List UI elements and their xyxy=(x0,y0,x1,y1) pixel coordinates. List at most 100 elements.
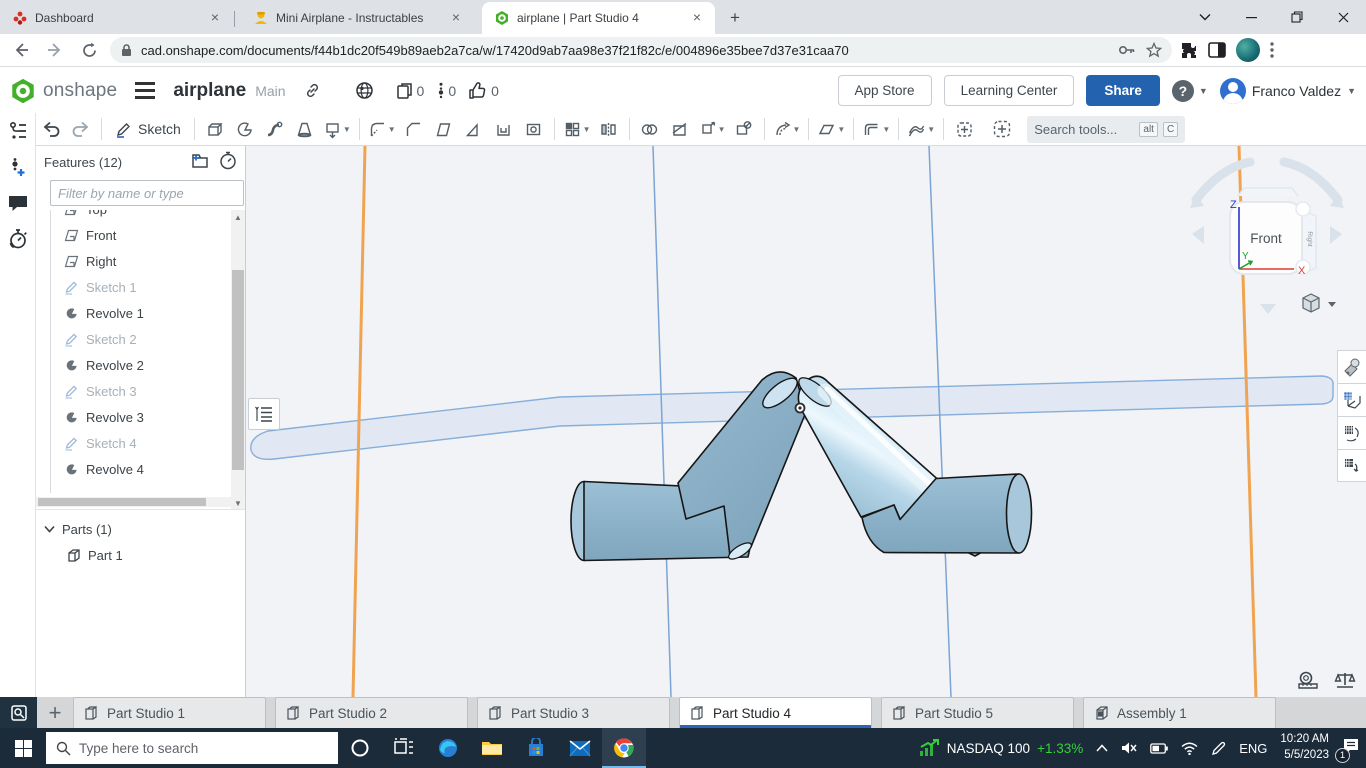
horizontal-scrollbar[interactable] xyxy=(36,497,231,507)
tab-search-chevron-icon[interactable] xyxy=(1182,0,1228,34)
thicken-button[interactable]: ▼ xyxy=(320,115,354,143)
task-view-icon[interactable] xyxy=(382,728,426,768)
filter-input[interactable] xyxy=(50,180,244,206)
hamburger-menu-icon[interactable] xyxy=(135,82,155,99)
new-tab-button[interactable]: + xyxy=(721,4,749,32)
back-button[interactable] xyxy=(8,37,34,63)
mail-icon[interactable] xyxy=(558,728,602,768)
scroll-up-icon[interactable]: ▲ xyxy=(231,210,245,224)
doc-tab-part-studio-5[interactable]: Part Studio 5 xyxy=(881,697,1074,728)
feature-item-revolve-4[interactable]: Revolve 4 xyxy=(36,456,231,482)
notification-center-icon[interactable]: 1 xyxy=(1342,738,1360,759)
section-view-button[interactable] xyxy=(1337,416,1366,449)
likes-count[interactable]: 0 xyxy=(468,82,499,100)
tab-manager-button[interactable] xyxy=(0,697,37,728)
scroll-down-icon[interactable]: ▼ xyxy=(231,496,245,510)
taskbar-search-input[interactable] xyxy=(79,741,309,756)
feature-list-toggle-button[interactable] xyxy=(248,398,280,430)
feature-item-revolve-2[interactable]: Revolve 2 xyxy=(36,352,231,378)
browser-tab-dashboard[interactable]: Dashboard × xyxy=(0,2,233,34)
versions-graph-icon[interactable] xyxy=(0,113,36,149)
side-panel-icon[interactable] xyxy=(1208,41,1226,59)
feature-item-revolve-1[interactable]: Revolve 1 xyxy=(36,300,231,326)
volume-muted-icon[interactable] xyxy=(1121,741,1137,755)
sketch-button[interactable]: Sketch xyxy=(107,115,189,143)
tab-close-icon[interactable]: × xyxy=(207,10,223,26)
chamfer-button[interactable] xyxy=(399,115,429,143)
vertical-scrollbar[interactable]: ▲ ▼ xyxy=(231,210,245,510)
graphics-area[interactable]: Front Right Z X Y xyxy=(246,146,1366,697)
split-button[interactable] xyxy=(665,115,695,143)
feature-item-right[interactable]: Right xyxy=(36,248,231,274)
onshape-logo[interactable]: onshape xyxy=(10,78,117,104)
part-item[interactable]: Part 1 xyxy=(36,542,245,568)
stock-widget[interactable]: NASDAQ 100 +1.33% xyxy=(918,739,1083,757)
feature-item-sketch-3[interactable]: Sketch 3 xyxy=(36,378,231,404)
measure-tape-icon[interactable] xyxy=(1296,671,1320,689)
tab-close-icon[interactable]: × xyxy=(689,10,705,26)
parts-section-header[interactable]: Parts (1) xyxy=(36,516,245,542)
battery-icon[interactable] xyxy=(1150,743,1168,754)
loft-button[interactable] xyxy=(290,115,320,143)
mass-properties-scale-icon[interactable] xyxy=(1334,671,1356,689)
file-explorer-icon[interactable] xyxy=(470,728,514,768)
rib-button[interactable] xyxy=(459,115,489,143)
wifi-icon[interactable] xyxy=(1181,742,1198,755)
window-minimize-button[interactable] xyxy=(1228,0,1274,34)
feature-item-sketch-2[interactable]: Sketch 2 xyxy=(36,326,231,352)
undo-button[interactable] xyxy=(36,115,66,143)
redo-button[interactable] xyxy=(66,115,96,143)
link-icon[interactable] xyxy=(304,82,321,99)
surface-button[interactable]: ▼ xyxy=(904,115,938,143)
appearance-button[interactable] xyxy=(1337,350,1366,383)
edge-icon[interactable] xyxy=(426,728,470,768)
extensions-puzzle-icon[interactable] xyxy=(1180,41,1198,59)
modify-fillet-button[interactable]: ▼ xyxy=(770,115,804,143)
clock[interactable]: 10:20 AM 5/5/2023 xyxy=(1280,732,1329,763)
learning-center-button[interactable]: Learning Center xyxy=(944,75,1075,106)
mirror-button[interactable] xyxy=(594,115,624,143)
history-stopwatch-icon[interactable] xyxy=(0,221,36,257)
share-button[interactable]: Share xyxy=(1086,75,1160,106)
linear-pattern-button[interactable]: ▼ xyxy=(560,115,594,143)
ms-store-icon[interactable] xyxy=(514,728,558,768)
start-button[interactable] xyxy=(0,728,46,768)
password-key-icon[interactable] xyxy=(1118,44,1136,56)
rollback-stopwatch-icon[interactable] xyxy=(219,151,237,173)
public-globe-icon[interactable] xyxy=(355,81,374,100)
view-mode-cube-icon[interactable] xyxy=(1303,294,1336,312)
scrollbar-thumb[interactable] xyxy=(232,270,244,470)
feature-item-top[interactable]: Top xyxy=(36,210,231,222)
app-store-button[interactable]: App Store xyxy=(838,75,932,106)
tab-close-icon[interactable]: × xyxy=(448,10,464,26)
doc-tab-part-studio-1[interactable]: Part Studio 1 xyxy=(73,697,266,728)
language-indicator[interactable]: ENG xyxy=(1239,741,1267,756)
insert-reference-button[interactable] xyxy=(949,115,979,143)
browser-profile-avatar[interactable] xyxy=(1236,38,1260,62)
copies-count[interactable]: 0 xyxy=(396,82,425,100)
doc-tab-part-studio-2[interactable]: Part Studio 2 xyxy=(275,697,468,728)
isometric-view-button[interactable] xyxy=(1337,383,1366,416)
url-bar[interactable]: cad.onshape.com/documents/f44b1dc20f549b… xyxy=(110,37,1172,63)
view-cube[interactable]: Front Right Z X Y xyxy=(1182,152,1352,327)
named-views-button[interactable] xyxy=(1337,449,1366,482)
plane-button[interactable]: ▼ xyxy=(814,115,848,143)
hole-button[interactable] xyxy=(519,115,549,143)
refresh-button[interactable] xyxy=(76,37,102,63)
feature-item-sketch-4[interactable]: Sketch 4 xyxy=(36,430,231,456)
window-restore-button[interactable] xyxy=(1274,0,1320,34)
doc-tab-assembly-1[interactable]: Assembly 1 xyxy=(1083,697,1276,728)
sheet-metal-button[interactable]: ▼ xyxy=(859,115,893,143)
cortana-icon[interactable] xyxy=(338,728,382,768)
extrude-button[interactable] xyxy=(200,115,230,143)
insert-version-icon[interactable] xyxy=(0,149,36,185)
draft-button[interactable] xyxy=(429,115,459,143)
insert-crosshair-icon[interactable] xyxy=(987,115,1017,143)
forward-button[interactable] xyxy=(42,37,68,63)
browser-tab-onshape[interactable]: airplane | Part Studio 4 × xyxy=(482,2,715,34)
doc-tab-part-studio-3[interactable]: Part Studio 3 xyxy=(477,697,670,728)
browser-menu-kebab-icon[interactable] xyxy=(1270,42,1274,58)
boolean-button[interactable] xyxy=(635,115,665,143)
add-tab-button[interactable]: + xyxy=(37,697,73,728)
taskbar-search-box[interactable] xyxy=(46,732,338,764)
